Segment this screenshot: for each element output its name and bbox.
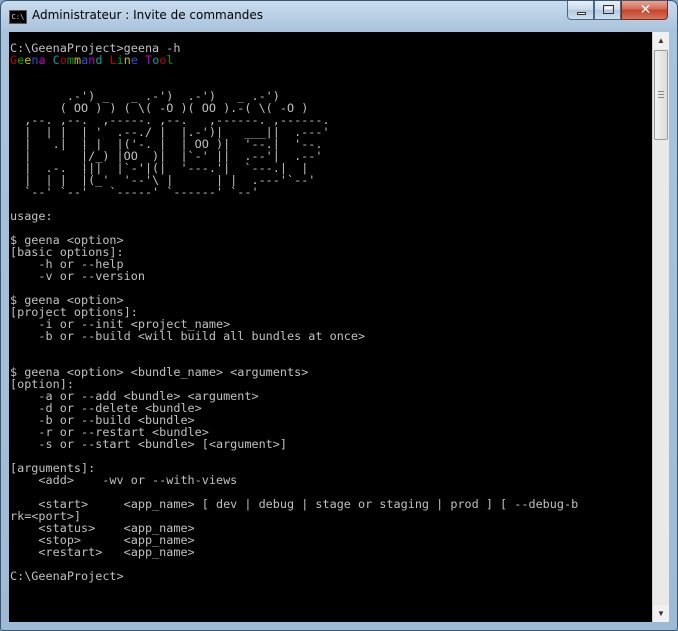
console-line: `--' `--' `-----' `------' `--'	[10, 185, 259, 199]
console-line: -v or --version	[10, 269, 145, 283]
scroll-thumb[interactable]	[654, 50, 668, 140]
console-text: C:\GeenaProject>geena -h Geena Command L…	[10, 42, 578, 582]
vertical-scrollbar[interactable]: ▲ ▼	[652, 32, 669, 622]
banner-char: o	[59, 53, 67, 67]
console-line: <start> <app_name> [ dev | debug | stage…	[10, 497, 579, 511]
banner-char: L	[109, 53, 117, 67]
banner-char: a	[38, 53, 46, 67]
console-line: -s or --start <bundle> [<argument>]	[10, 437, 287, 451]
cmd-app-icon[interactable]: C:\	[9, 10, 27, 24]
arrow-up-icon: ▲	[657, 36, 665, 45]
minimize-button[interactable]	[567, 1, 594, 20]
banner-char: e	[130, 53, 138, 67]
banner-char: n	[123, 53, 131, 67]
grip-icon	[658, 91, 664, 99]
console-line: usage:	[10, 209, 53, 223]
close-button[interactable]: ✕	[621, 1, 668, 20]
banner-char	[46, 53, 53, 67]
minimize-icon	[577, 12, 586, 15]
scroll-up-button[interactable]: ▲	[653, 32, 669, 49]
banner-char: l	[166, 53, 174, 67]
banner-char: C	[52, 53, 60, 67]
console-line: <restart> <app_name>	[10, 545, 195, 559]
banner-char	[102, 53, 109, 67]
banner-char: m	[66, 53, 74, 67]
console-line: <add> -wv or --with-views	[10, 473, 238, 487]
console-line: C:\GeenaProject>	[10, 569, 124, 583]
banner-char: i	[116, 53, 124, 67]
console-output[interactable]: C:\GeenaProject>geena -h Geena Command L…	[9, 32, 652, 622]
arrow-down-icon: ▼	[657, 609, 665, 618]
window-title: Administrateur : Invite de commandes	[32, 8, 263, 22]
console-line: Geena Command Line Tool	[10, 53, 174, 67]
console-line: -b or --build <will build all bundles at…	[10, 329, 366, 343]
close-icon: ✕	[639, 2, 652, 18]
banner-char	[138, 53, 145, 67]
title-bar[interactable]: C:\ Administrateur : Invite de commandes…	[1, 1, 677, 31]
scroll-down-button[interactable]: ▼	[653, 605, 669, 622]
maximize-icon	[603, 5, 614, 14]
maximize-button[interactable]	[594, 1, 621, 20]
cmd-window: C:\ Administrateur : Invite de commandes…	[0, 0, 678, 631]
